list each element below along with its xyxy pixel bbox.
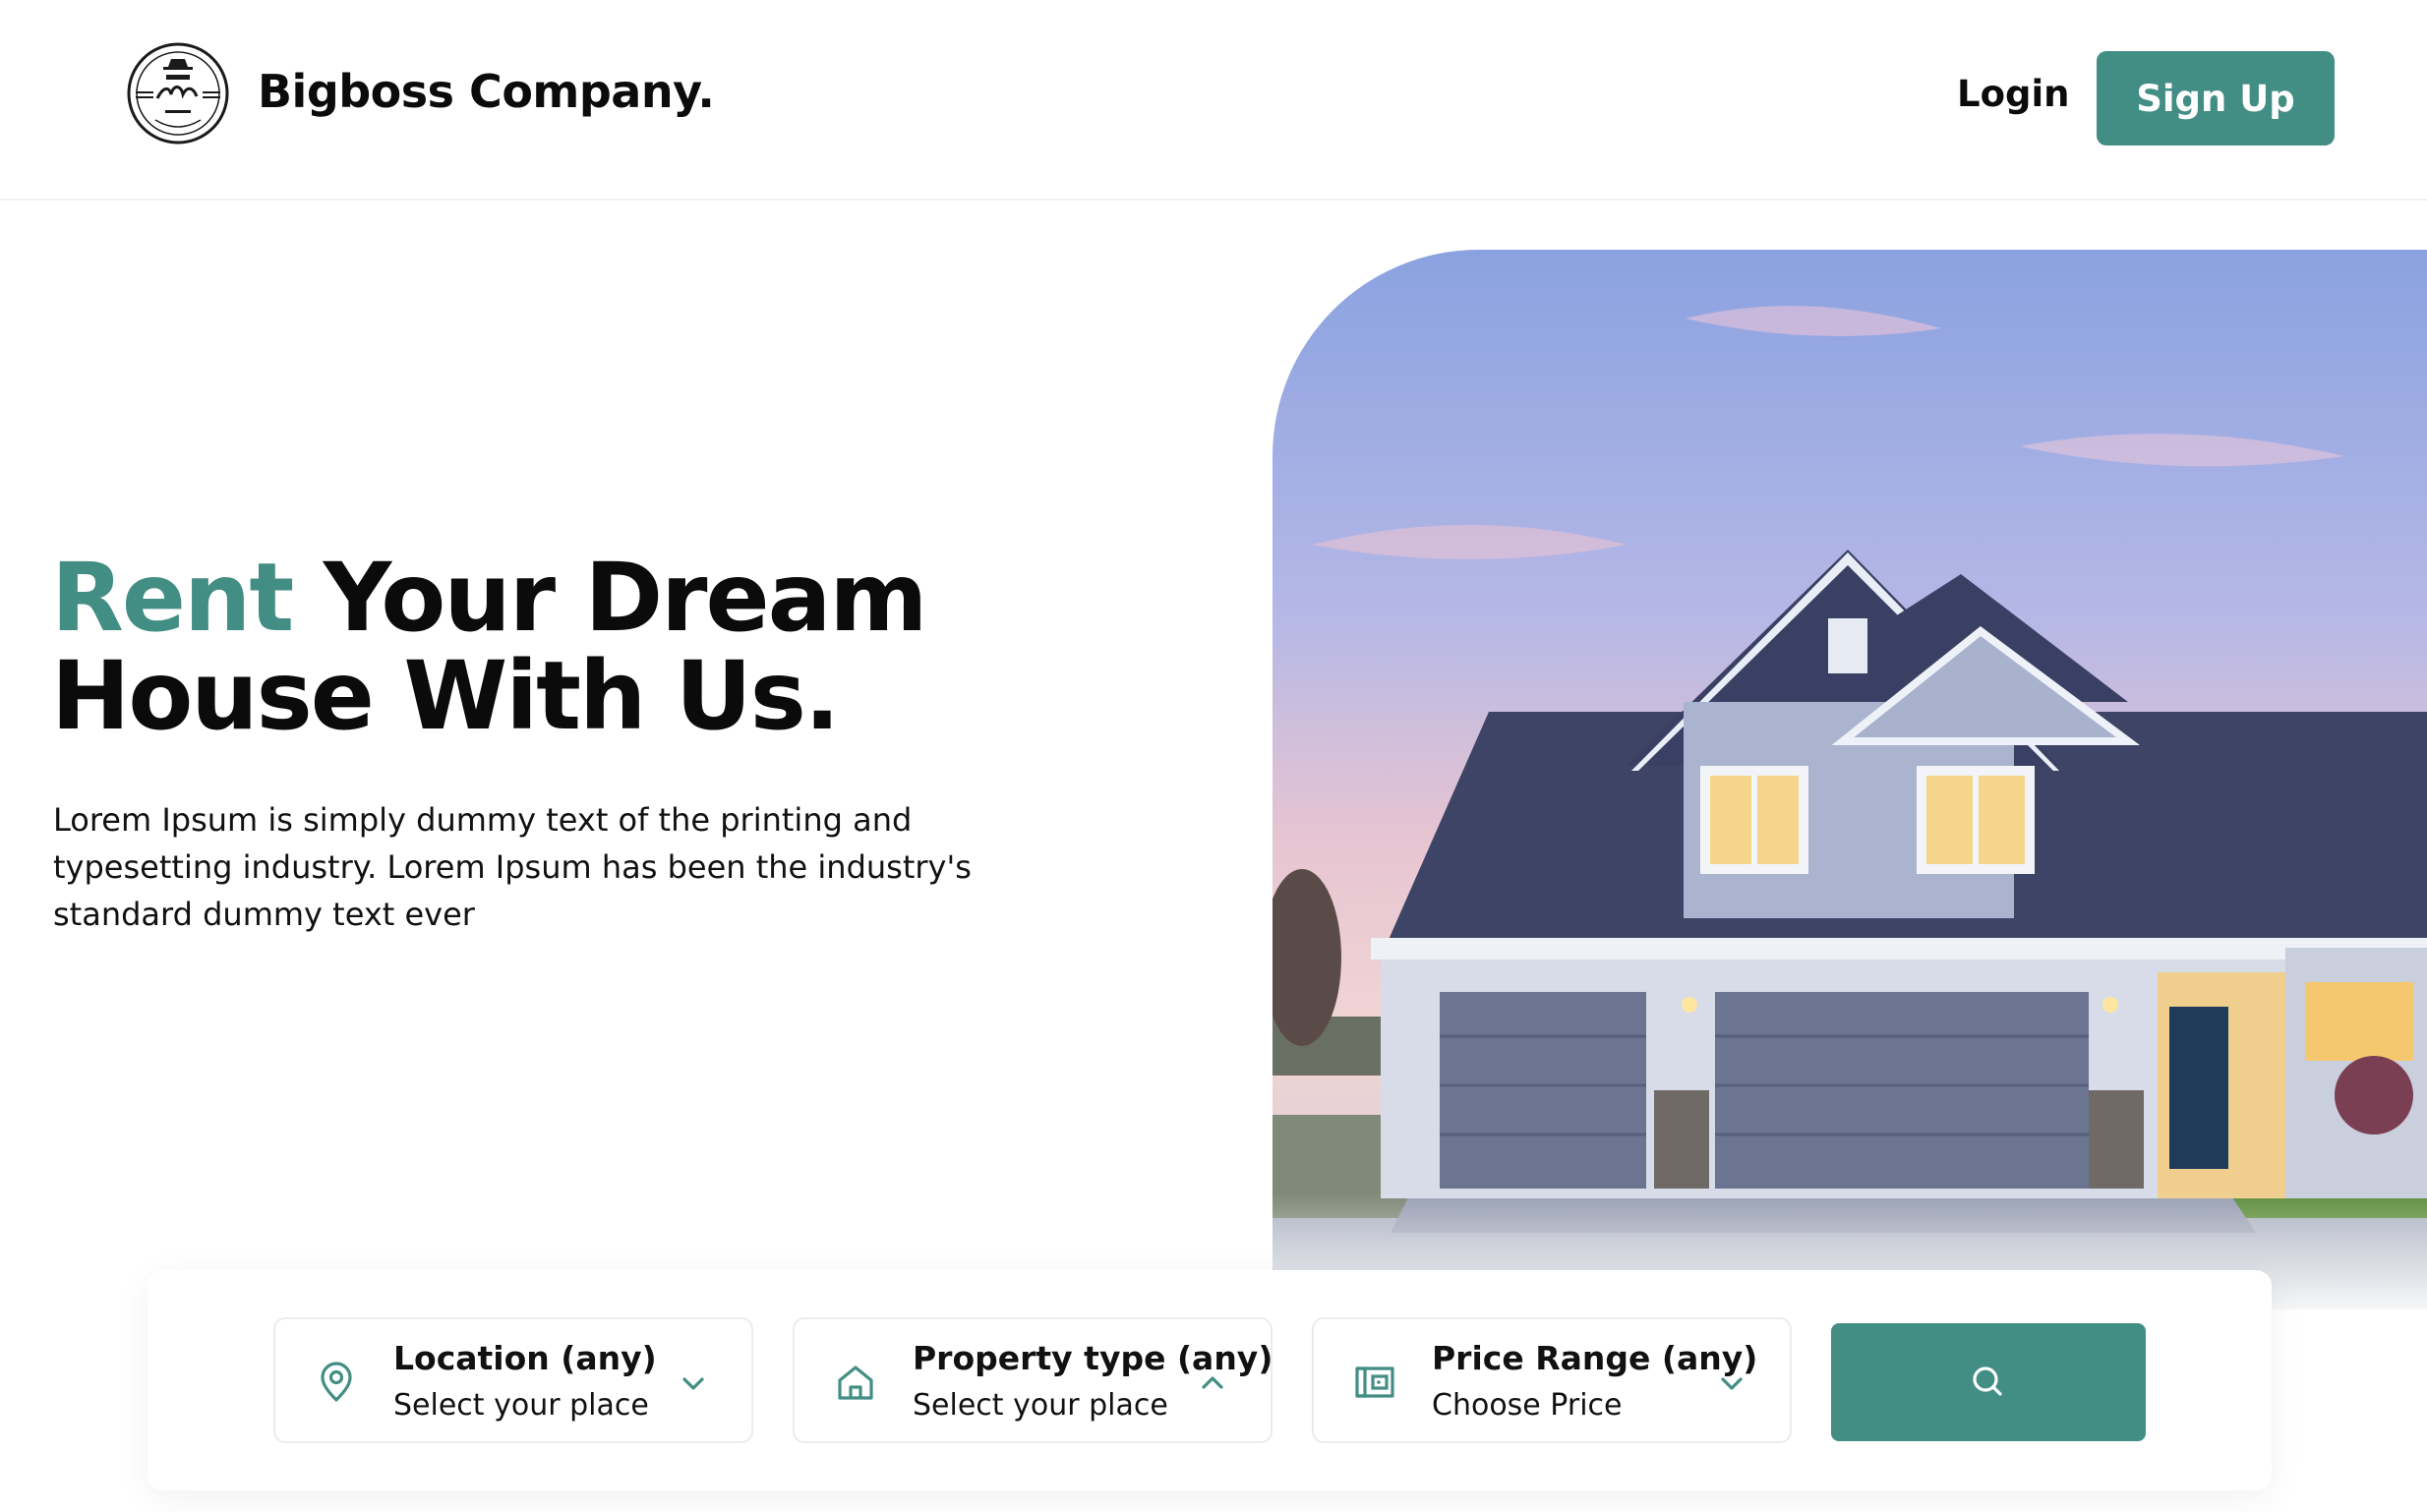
search-button[interactable] (1831, 1323, 2146, 1441)
site-header: Bigboss Company. Login Sign Up (0, 0, 2427, 201)
price-range-filter[interactable]: Price Range (any) Choose Price (1312, 1317, 1792, 1443)
price-range-filter-sub: Choose Price (1432, 1388, 1623, 1423)
price-range-filter-label: Price Range (any) (1432, 1339, 1758, 1377)
hero-description: Lorem Ipsum is simply dummy text of the … (53, 801, 972, 933)
property-type-filter-sub: Select your place (913, 1388, 1168, 1423)
search-bar: Location (any) Select your place Propert… (148, 1270, 2272, 1490)
hero-title-accent: Rent (51, 543, 294, 653)
property-type-filter[interactable]: Property type (any) Select your place (793, 1317, 1273, 1443)
chevron-up-icon (1202, 1376, 1223, 1389)
location-filter-sub: Select your place (393, 1388, 649, 1423)
signup-button[interactable]: Sign Up (2097, 51, 2335, 145)
house-image (1273, 250, 2427, 1309)
location-filter-label: Location (any) (393, 1339, 657, 1377)
wallet-icon (1355, 1367, 1394, 1398)
hero-title-line1: Your Dream (323, 543, 928, 653)
search-icon (1973, 1367, 2002, 1396)
chevron-down-icon (1721, 1377, 1743, 1390)
login-link[interactable]: Login (1957, 73, 2070, 115)
hero-title: Rent Your Dream House With Us. (51, 549, 1133, 745)
location-filter[interactable]: Location (any) Select your place (273, 1317, 753, 1443)
brand-name[interactable]: Bigboss Company. (258, 65, 715, 118)
hero-title-line2: House With Us. (51, 641, 840, 751)
landing-page: Bigboss Company. Login Sign Up Rent Your… (0, 0, 2427, 1512)
home-icon (838, 1366, 873, 1400)
location-pin-icon (321, 1362, 352, 1402)
chevron-down-icon (682, 1377, 704, 1390)
company-logo[interactable] (126, 41, 230, 145)
